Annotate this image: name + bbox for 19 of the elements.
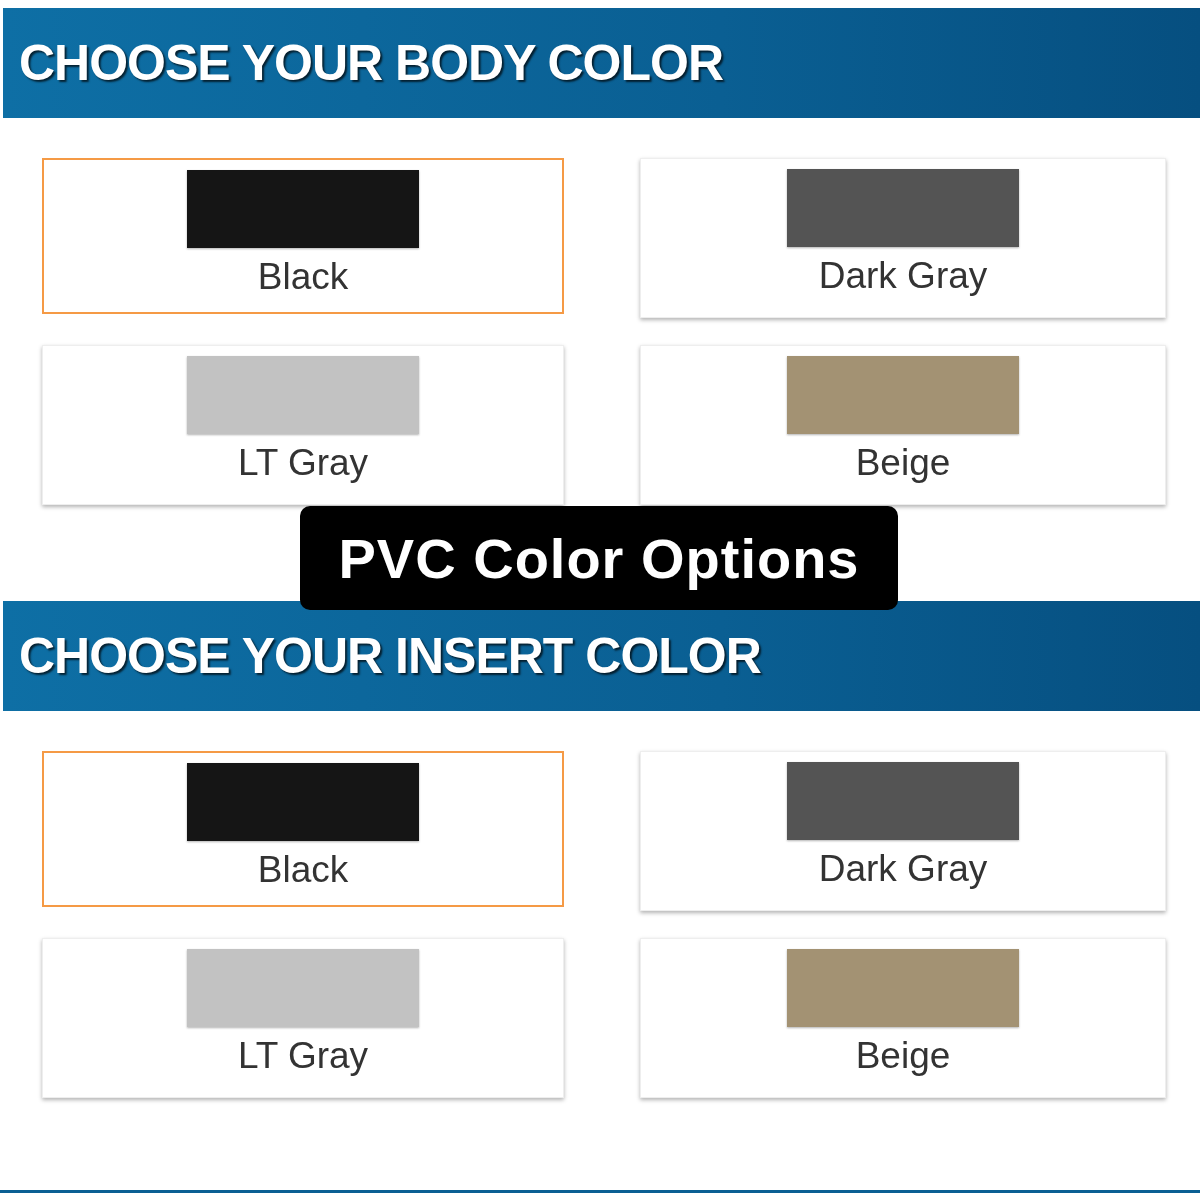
- color-label: Beige: [855, 442, 951, 484]
- color-label: Black: [257, 849, 349, 891]
- color-label: LT Gray: [237, 1035, 369, 1077]
- color-option-card[interactable]: Black: [42, 158, 564, 314]
- color-label: Dark Gray: [818, 255, 988, 297]
- color-label: LT Gray: [237, 442, 369, 484]
- caption-label: PVC Color Options: [300, 506, 898, 610]
- color-option-card[interactable]: Dark Gray: [640, 158, 1166, 318]
- section-header: CHOOSE YOUR BODY COLOR: [3, 8, 1200, 118]
- color-option-card[interactable]: LT Gray: [42, 345, 564, 505]
- color-option-card[interactable]: LT Gray: [42, 938, 564, 1098]
- color-label: Dark Gray: [818, 848, 988, 890]
- color-option-card[interactable]: Beige: [640, 938, 1166, 1098]
- section-header: CHOOSE YOUR INSERT COLOR: [3, 601, 1200, 711]
- color-label: Black: [257, 256, 349, 298]
- color-option-card[interactable]: Dark Gray: [640, 751, 1166, 911]
- color-label: Beige: [855, 1035, 951, 1077]
- color-option-card[interactable]: Black: [42, 751, 564, 907]
- color-option-card[interactable]: Beige: [640, 345, 1166, 505]
